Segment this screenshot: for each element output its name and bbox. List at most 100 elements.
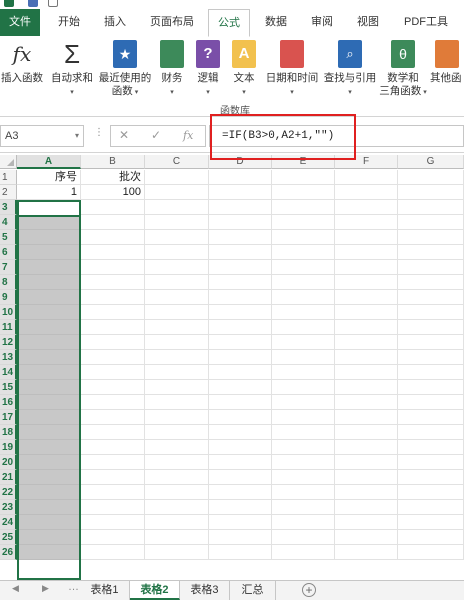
grid-cell[interactable] — [335, 545, 398, 560]
grid-cell[interactable] — [209, 545, 272, 560]
grid-cell[interactable] — [145, 485, 209, 500]
grid-cell[interactable] — [398, 230, 464, 245]
grid-cell[interactable] — [81, 395, 145, 410]
grid-cell[interactable] — [272, 290, 335, 305]
grid-cell[interactable] — [398, 455, 464, 470]
row-header-18[interactable]: 18 — [0, 425, 17, 440]
financial-button[interactable]: 财务 ▾ — [156, 38, 188, 98]
insert-function-button[interactable]: fx 插入函数 — [0, 38, 44, 98]
grid-cell[interactable] — [81, 440, 145, 455]
grid-cell[interactable] — [209, 470, 272, 485]
grid-cell[interactable] — [17, 395, 81, 410]
grid-cell[interactable] — [272, 185, 335, 200]
grid-cell[interactable] — [145, 335, 209, 350]
grid-cell[interactable] — [398, 335, 464, 350]
grid-cell[interactable] — [335, 455, 398, 470]
grid-cell[interactable] — [272, 395, 335, 410]
grid-cell[interactable] — [145, 260, 209, 275]
row-header-1[interactable]: 1 — [0, 170, 17, 185]
cell-b1[interactable]: 批次 — [81, 170, 145, 185]
grid-cell[interactable] — [81, 290, 145, 305]
column-header-b[interactable]: B — [81, 155, 145, 169]
grid-cell[interactable] — [272, 455, 335, 470]
grid-cell[interactable] — [209, 500, 272, 515]
grid-cell[interactable] — [81, 230, 145, 245]
grid-cell[interactable] — [17, 410, 81, 425]
undo-icon[interactable] — [48, 0, 58, 7]
grid-cell[interactable] — [145, 455, 209, 470]
grid-cell[interactable] — [145, 425, 209, 440]
grid-cell[interactable] — [398, 275, 464, 290]
grid-cell[interactable] — [335, 260, 398, 275]
grid-cell[interactable] — [272, 260, 335, 275]
grid-cell[interactable] — [17, 485, 81, 500]
grid-cell[interactable] — [335, 500, 398, 515]
grid-cell[interactable] — [81, 350, 145, 365]
grid-cell[interactable] — [17, 455, 81, 470]
grid-cell[interactable] — [398, 530, 464, 545]
grid-cell[interactable] — [209, 350, 272, 365]
row-header-22[interactable]: 22 — [0, 485, 17, 500]
grid-cell[interactable] — [17, 470, 81, 485]
grid-cell[interactable] — [17, 275, 81, 290]
grid-cell[interactable] — [335, 215, 398, 230]
active-cell-a3[interactable] — [17, 200, 81, 217]
grid-cell[interactable] — [209, 185, 272, 200]
grid-cell[interactable] — [335, 305, 398, 320]
grid-cell[interactable] — [17, 230, 81, 245]
grid-cell[interactable] — [335, 290, 398, 305]
grid-cell[interactable] — [335, 170, 398, 185]
grid-cell[interactable] — [81, 275, 145, 290]
grid-cell[interactable] — [17, 425, 81, 440]
lookup-reference-button[interactable]: ⌕ 查找与引用 ▾ — [322, 38, 378, 98]
autosum-button[interactable]: Σ 自动求和 ▾ — [48, 38, 96, 98]
row-header-23[interactable]: 23 — [0, 500, 17, 515]
grid-cell[interactable] — [335, 230, 398, 245]
grid-cell[interactable] — [17, 245, 81, 260]
grid-cell[interactable] — [335, 440, 398, 455]
grid-cell[interactable] — [17, 350, 81, 365]
grid-cell[interactable] — [335, 470, 398, 485]
grid-cell[interactable] — [17, 500, 81, 515]
grid-cell[interactable] — [209, 170, 272, 185]
grid-cell[interactable] — [272, 350, 335, 365]
grid-cell[interactable] — [145, 245, 209, 260]
grid-cell[interactable] — [398, 320, 464, 335]
recent-functions-button[interactable]: ★ 最近使用的 函数 ▾ — [98, 38, 152, 98]
grid-cell[interactable] — [17, 530, 81, 545]
prev-sheet-icon[interactable]: ◀ — [12, 583, 19, 594]
row-header-21[interactable]: 21 — [0, 470, 17, 485]
sheet-tab-summary[interactable]: 汇总 — [230, 581, 276, 600]
grid-cell[interactable] — [209, 365, 272, 380]
row-header-9[interactable]: 9 — [0, 290, 17, 305]
cell-b2[interactable]: 100 — [81, 185, 145, 200]
grid-cell[interactable] — [209, 530, 272, 545]
grid-cell[interactable] — [398, 290, 464, 305]
grid-cell[interactable] — [17, 440, 81, 455]
grid-cell[interactable] — [81, 335, 145, 350]
grid-cell[interactable] — [209, 395, 272, 410]
row-header-15[interactable]: 15 — [0, 380, 17, 395]
grid-cell[interactable] — [335, 425, 398, 440]
row-header-6[interactable]: 6 — [0, 245, 17, 260]
sheet-tab-3[interactable]: 表格3 — [180, 581, 230, 600]
date-time-button[interactable]: 日期和时间 ▾ — [262, 38, 322, 98]
cell-a2[interactable]: 1 — [17, 185, 81, 200]
grid-cell[interactable] — [17, 365, 81, 380]
grid-cell[interactable] — [398, 305, 464, 320]
tab-review[interactable]: 审阅 — [302, 9, 342, 36]
row-header-20[interactable]: 20 — [0, 455, 17, 470]
grid-cell[interactable] — [209, 215, 272, 230]
grid-cell[interactable] — [398, 380, 464, 395]
tab-data[interactable]: 数据 — [256, 9, 296, 36]
row-header-24[interactable]: 24 — [0, 515, 17, 530]
grid-cell[interactable] — [17, 335, 81, 350]
grid-cell[interactable] — [81, 455, 145, 470]
grid-cell[interactable] — [335, 380, 398, 395]
grid-cell[interactable] — [398, 245, 464, 260]
grid-cell[interactable] — [272, 245, 335, 260]
grid-cell[interactable] — [145, 380, 209, 395]
sheet-tab-2[interactable]: 表格2 — [130, 581, 180, 600]
grid-cell[interactable] — [145, 350, 209, 365]
grid-cell[interactable] — [398, 170, 464, 185]
